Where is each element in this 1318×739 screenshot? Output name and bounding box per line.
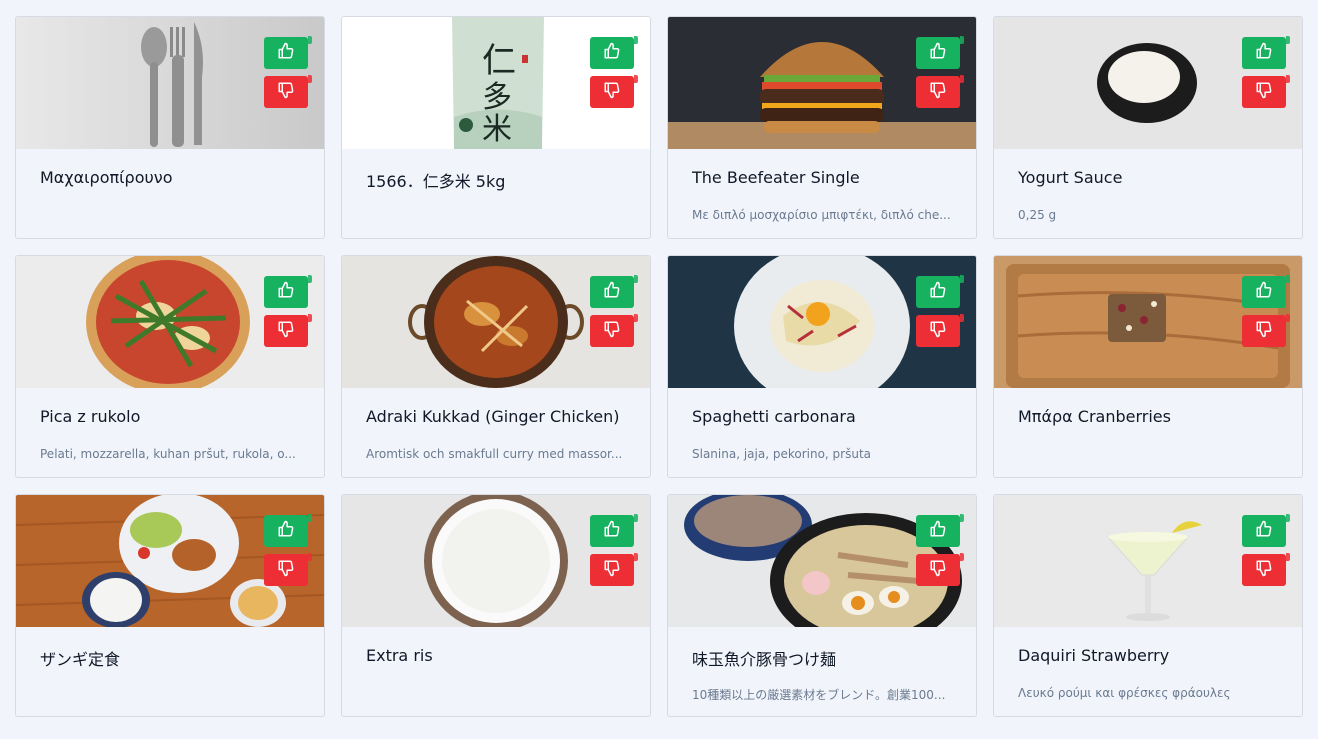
dislike-button[interactable] (264, 314, 312, 347)
product-description: Pelati, mozzarella, kuhan pršut, rukola,… (40, 447, 296, 461)
like-button[interactable] (590, 514, 638, 547)
svg-text:仁: 仁 (482, 41, 516, 81)
product-title: 味玉魚介豚骨つけ麺 (692, 650, 837, 669)
like-button[interactable] (264, 514, 312, 547)
dislike-button[interactable] (264, 75, 312, 108)
thumbs-up-icon (603, 281, 621, 303)
product-title: Adraki Kukkad (Ginger Chicken) (366, 407, 620, 426)
thumbs-down-icon (1255, 320, 1273, 342)
product-card[interactable]: Yogurt Sauce 0,25 g (993, 16, 1303, 239)
like-button[interactable] (1242, 514, 1290, 547)
product-title: Pica z rukolo (40, 407, 141, 426)
like-button[interactable] (590, 36, 638, 69)
dislike-button[interactable] (1242, 314, 1290, 347)
svg-text:米: 米 (482, 112, 512, 147)
thumbs-up-icon (1255, 281, 1273, 303)
thumbs-up-icon (1255, 42, 1273, 64)
product-card[interactable]: The Beefeater Single Με διπλό μοσχαρίσιο… (667, 16, 977, 239)
thumbs-up-icon (277, 281, 295, 303)
product-grid: Μαχαιροπίρουνο 仁多米 1566．仁多米 5kg The Beef… (15, 16, 1303, 717)
product-description: Aromtisk och smakfull curry med massor..… (366, 447, 623, 461)
dislike-button[interactable] (916, 553, 964, 586)
product-card[interactable]: 味玉魚介豚骨つけ麺 10種類以上の厳選素材をブレンド。創業100... (667, 494, 977, 717)
dislike-button[interactable] (916, 314, 964, 347)
product-title: Extra ris (366, 646, 433, 665)
dislike-button[interactable] (1242, 75, 1290, 108)
thumbs-up-icon (929, 281, 947, 303)
thumbs-up-icon (1255, 520, 1273, 542)
product-title: Yogurt Sauce (1018, 168, 1123, 187)
thumbs-down-icon (1255, 559, 1273, 581)
thumbs-up-icon (603, 42, 621, 64)
product-title: ザンギ定食 (40, 650, 121, 669)
thumbs-down-icon (277, 81, 295, 103)
thumbs-up-icon (929, 42, 947, 64)
like-button[interactable] (590, 275, 638, 308)
product-description: Με διπλό μοσχαρίσιο μπιφτέκι, διπλό che.… (692, 208, 951, 222)
thumbs-up-icon (277, 520, 295, 542)
product-title: Daquiri Strawberry (1018, 646, 1170, 665)
product-card[interactable]: Daquiri Strawberry Λευκό ρούμι και φρέσκ… (993, 494, 1303, 717)
product-description: 10種類以上の厳選素材をブレンド。創業100... (692, 688, 946, 702)
thumbs-down-icon (277, 559, 295, 581)
thumbs-down-icon (929, 559, 947, 581)
thumbs-up-icon (603, 520, 621, 542)
product-description: Slanina, jaja, pekorino, pršuta (692, 447, 872, 461)
like-button[interactable] (1242, 275, 1290, 308)
product-card[interactable]: ザンギ定食 (15, 494, 325, 717)
product-title: 1566．仁多米 5kg (366, 172, 506, 191)
like-button[interactable] (1242, 36, 1290, 69)
like-button[interactable] (916, 514, 964, 547)
thumbs-up-icon (929, 520, 947, 542)
product-card[interactable]: Pica z rukolo Pelati, mozzarella, kuhan … (15, 255, 325, 478)
dislike-button[interactable] (1242, 553, 1290, 586)
product-title: Spaghetti carbonara (692, 407, 856, 426)
like-button[interactable] (264, 36, 312, 69)
product-card[interactable]: 仁多米 1566．仁多米 5kg (341, 16, 651, 239)
product-card[interactable]: Spaghetti carbonara Slanina, jaja, pekor… (667, 255, 977, 478)
thumbs-down-icon (603, 81, 621, 103)
thumbs-down-icon (277, 320, 295, 342)
product-title: Μπάρα Cranberries (1018, 407, 1171, 426)
like-button[interactable] (264, 275, 312, 308)
like-button[interactable] (916, 275, 964, 308)
dislike-button[interactable] (264, 553, 312, 586)
product-card[interactable]: Μαχαιροπίρουνο (15, 16, 325, 239)
product-card[interactable]: Μπάρα Cranberries (993, 255, 1303, 478)
thumbs-down-icon (603, 320, 621, 342)
thumbs-down-icon (929, 320, 947, 342)
dislike-button[interactable] (590, 314, 638, 347)
thumbs-down-icon (1255, 81, 1273, 103)
product-title: Μαχαιροπίρουνο (40, 168, 173, 187)
dislike-button[interactable] (590, 75, 638, 108)
product-description: Λευκό ρούμι και φρέσκες φράουλες (1018, 686, 1231, 700)
product-card[interactable]: Adraki Kukkad (Ginger Chicken) Aromtisk … (341, 255, 651, 478)
thumbs-down-icon (929, 81, 947, 103)
product-title: The Beefeater Single (692, 168, 860, 187)
like-button[interactable] (916, 36, 964, 69)
dislike-button[interactable] (916, 75, 964, 108)
svg-text:多: 多 (482, 80, 512, 115)
product-card[interactable]: Extra ris (341, 494, 651, 717)
product-description: 0,25 g (1018, 208, 1057, 222)
thumbs-down-icon (603, 559, 621, 581)
dislike-button[interactable] (590, 553, 638, 586)
thumbs-up-icon (277, 42, 295, 64)
